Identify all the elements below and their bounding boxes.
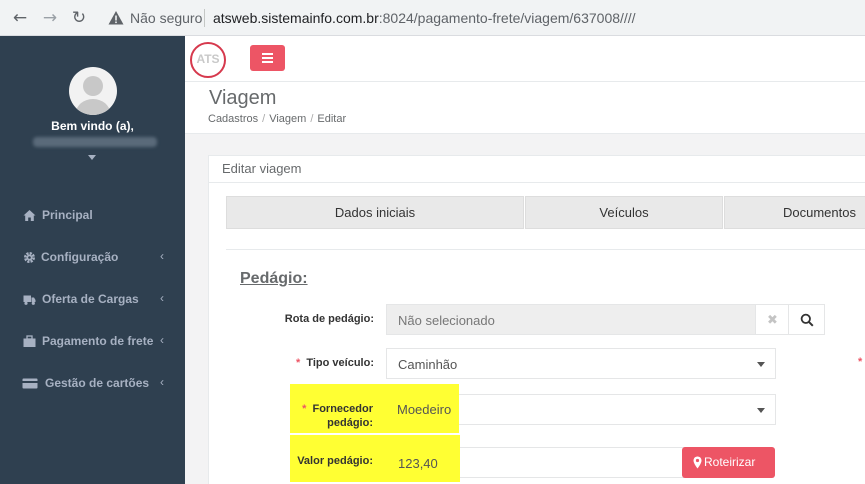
forward-icon[interactable]: →	[41, 9, 59, 27]
roteirizar-button[interactable]: Roteirizar	[682, 447, 775, 478]
user-dropdown-caret-icon[interactable]	[88, 155, 96, 160]
gear-icon	[24, 252, 35, 263]
panel-header: Editar viagem	[209, 156, 865, 183]
tab-label: Documentos	[783, 205, 856, 220]
url-text[interactable]: atsweb.sistemainfo.com.br:8024/pagamento…	[213, 10, 636, 26]
tipo-veiculo-label: * Tipo veículo:	[268, 357, 374, 369]
hamburger-icon	[262, 57, 273, 59]
tab-label: Veículos	[599, 205, 649, 220]
menu-toggle-button[interactable]	[250, 45, 285, 71]
chevron-down-icon	[757, 408, 765, 413]
insecure-label: Não seguro	[130, 10, 203, 26]
close-icon: ✖	[767, 312, 778, 327]
breadcrumb: Cadastros / Viagem / Editar	[208, 113, 346, 125]
clear-rota-button[interactable]: ✖	[755, 304, 789, 335]
search-rota-button[interactable]	[788, 304, 825, 335]
home-icon	[23, 210, 36, 221]
fornecedor-pedagio-value: Moedeiro	[397, 402, 452, 417]
url-path: :8024/pagamento-frete/viagem/637008////	[378, 10, 636, 26]
valor-pedagio-label: Valor pedágio:	[297, 455, 373, 467]
chevron-left-icon: ‹	[160, 375, 164, 389]
rota-pedagio-label: Rota de pedágio:	[284, 313, 374, 325]
user-name-redacted[interactable]	[33, 137, 157, 147]
breadcrumb-item-viagem[interactable]: Viagem	[269, 113, 306, 125]
sidebar-item-label: Principal	[42, 208, 93, 222]
search-icon	[800, 313, 814, 327]
hamburger-icon	[262, 61, 273, 63]
rota-pedagio-input[interactable]: Não selecionado	[386, 304, 756, 335]
page-title: Viagem	[209, 87, 277, 109]
breadcrumb-item-cadastros[interactable]: Cadastros	[208, 113, 258, 125]
required-mark: *	[858, 356, 863, 368]
page-heading: Viagem Cadastros / Viagem / Editar	[185, 82, 865, 134]
tabs-divider	[226, 249, 865, 250]
panel-title: Editar viagem	[222, 161, 302, 176]
tab-documentos[interactable]: Documentos	[724, 196, 865, 229]
tab-veiculos[interactable]: Veículos	[525, 196, 723, 229]
roteirizar-label: Roteirizar	[704, 455, 756, 469]
ats-logo[interactable]: ATS	[190, 42, 226, 78]
required-mark: *	[302, 403, 307, 415]
breadcrumb-item-editar: Editar	[317, 113, 347, 125]
url-host: atsweb.sistemainfo.com.br	[213, 10, 379, 26]
sidebar-item-pagamento-frete[interactable]: Pagamento de frete ‹	[0, 327, 185, 357]
sidebar-item-label: Configuração	[41, 250, 119, 264]
briefcase-icon	[23, 335, 36, 347]
chevron-down-icon	[757, 362, 765, 367]
chevron-left-icon: ‹	[160, 333, 164, 347]
address-bar[interactable]: Não seguro atsweb.sistemainfo.com.br:802…	[100, 4, 865, 32]
chevron-left-icon: ‹	[160, 291, 164, 305]
tab-dados-iniciais[interactable]: Dados iniciais	[226, 196, 524, 229]
hamburger-icon	[262, 53, 273, 55]
avatar[interactable]	[69, 67, 117, 115]
tipo-veiculo-select[interactable]: Caminhão	[386, 348, 776, 379]
sidebar-item-configuracao[interactable]: Configuração ‹	[0, 243, 185, 273]
sidebar-item-label: Oferta de Cargas	[42, 292, 139, 306]
sidebar-item-gestao-cartoes[interactable]: Gestão de cartões ‹	[0, 369, 185, 399]
logo-text: ATS	[196, 52, 220, 66]
tipo-veiculo-value: Caminhão	[398, 357, 458, 372]
user-silhouette-icon	[76, 76, 110, 115]
sidebar-item-label: Gestão de cartões	[45, 376, 150, 390]
tabs-bar: Dados iniciais Veículos Documentos	[226, 196, 865, 231]
valor-pedagio-value: 123,40	[398, 456, 438, 471]
truck-icon	[23, 295, 36, 305]
tab-label: Dados iniciais	[334, 205, 416, 220]
back-icon[interactable]: ←	[11, 9, 29, 27]
welcome-text: Bem vindo (a),	[51, 119, 134, 133]
breadcrumb-separator: /	[262, 113, 266, 125]
fornecedor-label-line2: pedágio:	[327, 417, 373, 429]
credit-card-icon	[22, 378, 38, 389]
breadcrumb-separator: /	[310, 113, 314, 125]
sidebar-item-oferta-cargas[interactable]: Oferta de Cargas ‹	[0, 285, 185, 315]
reload-icon[interactable]: ↻	[70, 9, 88, 27]
fornecedor-label-line1: Fornecedor	[312, 403, 373, 415]
section-title-pedagio: Pedágio:	[240, 270, 308, 287]
rota-pedagio-value: Não selecionado	[398, 313, 495, 328]
sidebar-item-label: Pagamento de frete	[42, 334, 154, 348]
fornecedor-pedagio-label: * Fornecedor pedágio:	[290, 402, 373, 430]
top-navbar: ATS	[185, 36, 865, 82]
chevron-left-icon: ‹	[160, 249, 164, 263]
map-marker-icon	[693, 456, 702, 469]
browser-toolbar: ← → ↻ Não seguro atsweb.sistemainfo.com.…	[0, 0, 865, 36]
address-separator	[204, 9, 205, 27]
required-mark: *	[295, 357, 301, 369]
tipo-veiculo-label-text: Tipo veículo:	[306, 357, 374, 369]
warning-icon	[108, 11, 124, 25]
sidebar-item-principal[interactable]: Principal	[0, 201, 185, 231]
sidebar: Bem vindo (a), Principal Configuração ‹ …	[0, 36, 185, 484]
